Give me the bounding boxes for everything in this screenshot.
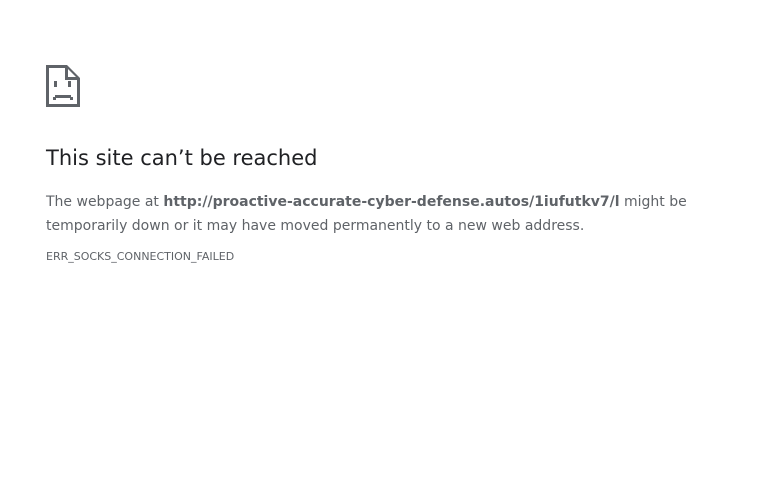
message-prefix: The webpage at (46, 194, 164, 210)
failed-url: http://proactive-accurate-cyber-defense.… (163, 194, 620, 210)
error-page: This site can’t be reached The webpage a… (46, 65, 736, 265)
error-code: ERR_SOCKS_CONNECTION_FAILED (46, 250, 235, 263)
error-message: The webpage at http://proactive-accurate… (46, 190, 736, 238)
sad-page-icon (46, 65, 80, 107)
page-title: This site can’t be reached (46, 146, 318, 170)
